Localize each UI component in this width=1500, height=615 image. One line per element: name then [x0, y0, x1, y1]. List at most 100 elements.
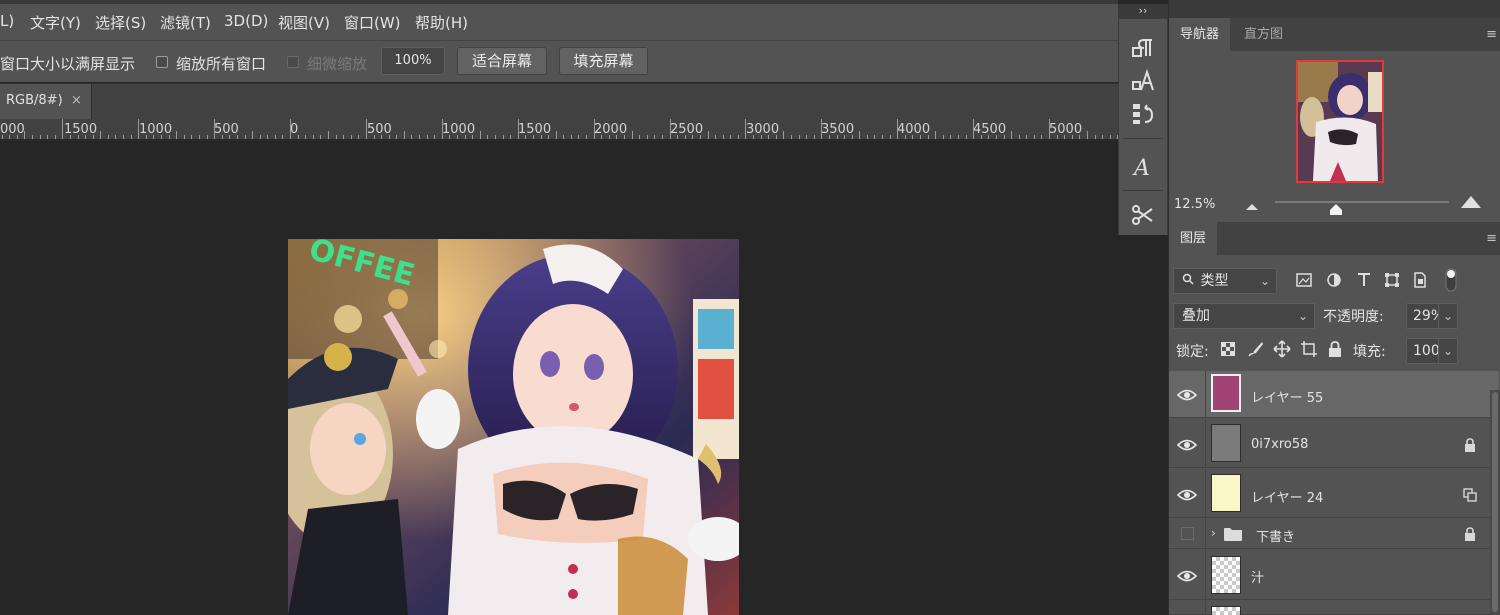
filter-pixel-layers-icon[interactable] [1296, 272, 1312, 292]
lock-position-icon[interactable] [1273, 340, 1291, 362]
ruler-tick [1064, 135, 1066, 139]
navigator-zoom-value[interactable]: 12.5% [1174, 197, 1215, 212]
layer-group-name[interactable]: 下書き [1256, 526, 1295, 545]
ruler-label: 1500 [518, 122, 552, 137]
layer-filter-select[interactable]: 类型 ⌄ [1173, 268, 1277, 294]
filter-toggle-icon[interactable] [1445, 268, 1457, 296]
menu-item-select[interactable]: 选择(S) [95, 12, 146, 33]
menu-item-3d[interactable]: 3D(D) [224, 12, 268, 30]
artwork-image[interactable]: OFFEE [288, 239, 739, 615]
ruler-tick [1056, 135, 1058, 139]
resize-windows-to-fit-label[interactable]: 窗口大小以满屏显示 [0, 53, 135, 74]
tab-histogram[interactable]: 直方图 [1233, 18, 1294, 51]
ruler-tick [426, 135, 428, 139]
search-icon [1182, 269, 1196, 293]
chevron-down-icon: ⌄ [1297, 309, 1308, 323]
fill-dropdown[interactable]: ⌄ [1438, 338, 1458, 364]
eye-icon[interactable] [1176, 489, 1198, 501]
scrubby-zoom-label[interactable]: 细微缩放 [307, 53, 367, 74]
menu-item-layer[interactable]: L) [0, 12, 14, 30]
ruler-tick [1071, 135, 1073, 139]
navigator-menu-icon[interactable]: ≡ [1486, 27, 1497, 42]
canvas-area[interactable]: OFFEE [0, 141, 1118, 615]
chevron-right-icon[interactable]: › [1211, 526, 1216, 540]
layer-name[interactable]: レイヤー 55 [1251, 387, 1323, 406]
character-style-icon[interactable] [1130, 68, 1156, 94]
layers-menu-icon[interactable]: ≡ [1486, 231, 1497, 246]
glyphs-icon[interactable]: A [1130, 154, 1156, 181]
filter-type-layers-icon[interactable] [1356, 272, 1372, 292]
lock-all-icon[interactable] [1328, 341, 1342, 361]
eye-icon[interactable] [1176, 570, 1198, 582]
ruler-tick [608, 135, 610, 139]
document-tab[interactable]: RGB/8#) × [0, 84, 92, 120]
ruler-tick [707, 131, 709, 139]
layer-row[interactable]: 0i7xro58 [1169, 419, 1499, 468]
navigator-thumbnail[interactable] [1296, 60, 1384, 183]
close-tab-icon[interactable]: × [71, 93, 82, 108]
ruler-tick [737, 135, 739, 139]
history-icon[interactable] [1130, 100, 1156, 126]
ruler-tick [198, 135, 200, 139]
ruler-tick [434, 135, 436, 139]
ruler-tick [343, 135, 345, 139]
ruler-label: 3000 [746, 122, 780, 137]
layer-name[interactable]: 汁 [1251, 567, 1264, 586]
zoom-percent-field[interactable]: 100% [381, 47, 445, 75]
eye-icon[interactable] [1176, 439, 1198, 451]
layer-row[interactable]: レイヤー 55 [1169, 371, 1499, 418]
ruler-tick [9, 135, 11, 139]
ruler-tick [1, 135, 3, 139]
menu-item-type[interactable]: 文字(Y) [30, 12, 81, 33]
navigator-preview [1298, 62, 1382, 181]
paragraph-icon[interactable] [1130, 36, 1156, 62]
layer-group-row[interactable]: › 下書き [1169, 519, 1499, 549]
fill-screen-button[interactable]: 填充屏幕 [559, 47, 648, 75]
scrubby-zoom-checkbox[interactable] [287, 56, 299, 68]
zoom-all-windows-checkbox[interactable] [156, 56, 168, 68]
layer-thumbnail[interactable] [1211, 606, 1241, 615]
menu-item-help[interactable]: 帮助(H) [415, 12, 468, 33]
layer-name[interactable]: レイヤー 24 [1251, 487, 1323, 506]
menu-item-filter[interactable]: 滤镜(T) [160, 12, 211, 33]
lock-artboard-icon[interactable] [1300, 340, 1318, 362]
layer-row[interactable] [1169, 601, 1499, 615]
tab-navigator[interactable]: 导航器 [1169, 18, 1231, 51]
layer-name[interactable]: 0i7xro58 [1251, 437, 1308, 452]
row-divider [1205, 601, 1206, 614]
zoom-all-windows-label[interactable]: 缩放所有窗口 [176, 53, 266, 74]
blend-mode-select[interactable]: 叠加 ⌄ [1173, 303, 1315, 329]
layer-row[interactable]: レイヤー 24 [1169, 469, 1499, 518]
zoom-slider-track[interactable] [1275, 201, 1449, 203]
lock-transparent-pixels-icon[interactable] [1221, 342, 1235, 360]
ruler-tick [191, 135, 193, 139]
eye-icon[interactable] [1176, 389, 1198, 401]
fit-screen-button[interactable]: 适合屏幕 [457, 47, 547, 75]
filter-shape-layers-icon[interactable] [1384, 272, 1400, 292]
filter-adjustment-layers-icon[interactable] [1326, 272, 1342, 292]
layer-row[interactable]: 汁 [1169, 550, 1499, 600]
menu-item-window[interactable]: 窗口(W) [344, 12, 401, 33]
layer-thumbnail[interactable] [1211, 424, 1241, 462]
zoom-in-icon[interactable] [1461, 196, 1481, 212]
tab-layers[interactable]: 图层 [1169, 222, 1218, 255]
lock-image-pixels-icon[interactable] [1248, 341, 1264, 361]
layer-thumbnail[interactable] [1211, 374, 1241, 412]
filter-smart-object-icon[interactable] [1412, 272, 1428, 292]
expand-panels-icon[interactable]: ›› [1119, 4, 1167, 19]
ruler-tick [570, 135, 572, 139]
ruler-tick [783, 131, 785, 139]
zoom-slider-handle[interactable] [1329, 203, 1342, 219]
opacity-dropdown[interactable]: ⌄ [1438, 303, 1458, 329]
tools-preset-icon[interactable] [1130, 202, 1156, 228]
ruler-tick [92, 135, 94, 139]
layers-scrollbar-thumb[interactable] [1492, 392, 1498, 612]
ruler-tick [798, 135, 800, 139]
panel-divider [1123, 138, 1163, 139]
zoom-out-icon[interactable] [1246, 198, 1258, 214]
menu-item-view[interactable]: 视图(V) [278, 12, 330, 33]
layer-thumbnail[interactable] [1211, 474, 1241, 512]
layer-thumbnail[interactable] [1211, 556, 1241, 594]
ruler-tick [882, 135, 883, 139]
visibility-toggle-off[interactable] [1181, 527, 1194, 540]
